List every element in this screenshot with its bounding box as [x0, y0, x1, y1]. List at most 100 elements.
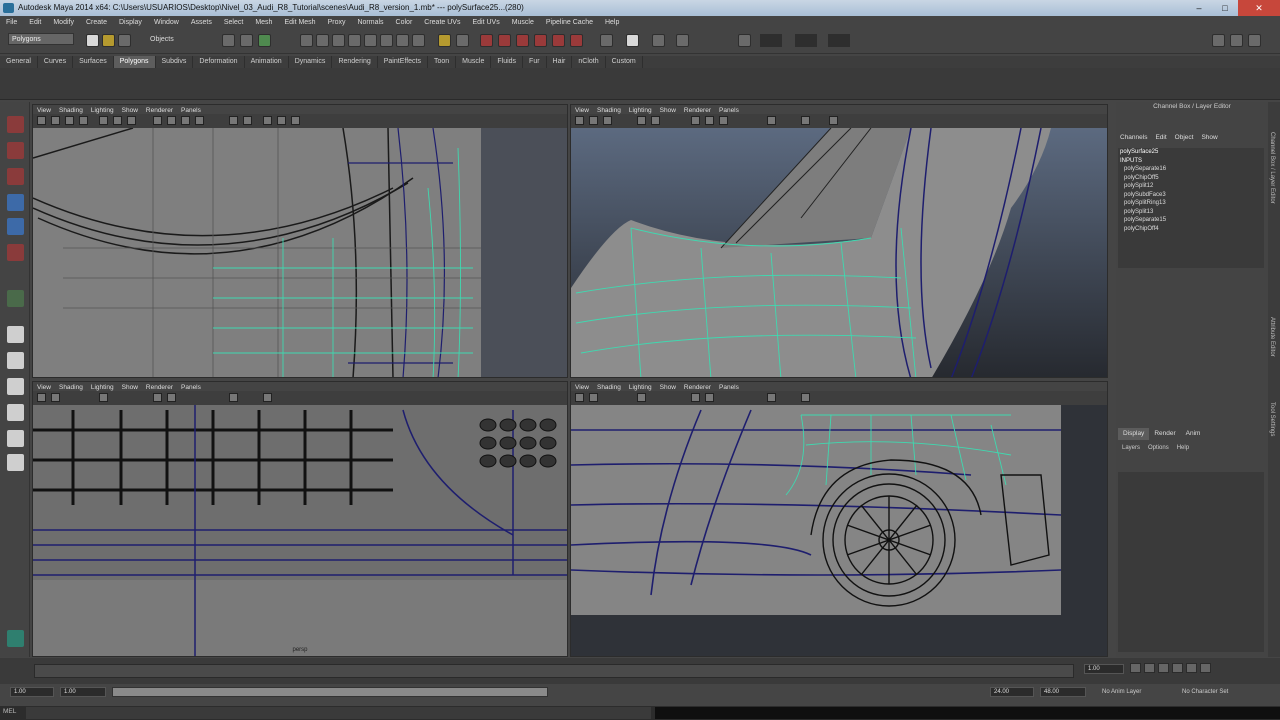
mask-vertices-icon[interactable] — [300, 34, 313, 47]
menu-select[interactable]: Select — [218, 16, 249, 29]
wireframe-on-shaded-icon[interactable] — [719, 116, 728, 125]
viewport-bottom-left[interactable]: View Shading Lighting Show Renderer Panels pe… — [32, 381, 568, 657]
use-all-lights-icon[interactable] — [229, 393, 238, 402]
wireframe-icon[interactable] — [153, 393, 162, 402]
history-node[interactable]: polySplitRing13 — [1118, 199, 1264, 208]
history-node[interactable]: polyChipOff5 — [1118, 174, 1264, 183]
current-time-field[interactable]: 1.00 — [1084, 664, 1124, 674]
bookmark-icon[interactable] — [603, 116, 612, 125]
layer-list[interactable] — [1118, 472, 1264, 652]
shelf-tab-curves[interactable]: Curves — [38, 56, 74, 68]
single-perspective-layout-icon[interactable] — [7, 326, 24, 343]
use-all-lights-icon[interactable] — [229, 116, 238, 125]
outliner-shortcut-icon[interactable] — [7, 630, 24, 647]
shelf-tab-custom[interactable]: Custom — [606, 56, 643, 68]
open-scene-icon[interactable] — [102, 34, 115, 47]
step-forward-icon[interactable] — [1186, 663, 1197, 673]
shelf-tab-deformation[interactable]: Deformation — [193, 56, 245, 68]
mask-deformers-icon[interactable] — [396, 34, 409, 47]
save-scene-icon[interactable] — [118, 34, 131, 47]
camera-attributes-icon[interactable] — [589, 116, 598, 125]
side-tab-attribute-editor[interactable]: Attribute Editor — [1269, 317, 1275, 357]
shelf-tab-fur[interactable]: Fur — [523, 56, 547, 68]
camera-select-icon[interactable] — [37, 116, 46, 125]
select-by-hierarchy-icon[interactable] — [222, 34, 235, 47]
new-scene-icon[interactable] — [86, 34, 99, 47]
playback-start-field[interactable]: 1.00 — [60, 687, 106, 697]
hypershade-layout-icon[interactable] — [7, 430, 24, 447]
menu-color[interactable]: Color — [390, 16, 419, 29]
xray-icon[interactable] — [263, 393, 272, 402]
step-back-icon[interactable] — [1144, 663, 1155, 673]
viewport-canvas-bottom-left[interactable] — [33, 405, 568, 657]
object-name[interactable]: polySurface25 — [1118, 148, 1264, 157]
smooth-shade-icon[interactable] — [705, 116, 714, 125]
history-node[interactable]: polySeparate16 — [1118, 165, 1264, 174]
xray-icon[interactable] — [801, 116, 810, 125]
input-field-2[interactable] — [795, 34, 817, 47]
shelf-tab-ncloth[interactable]: nCloth — [572, 56, 606, 68]
use-all-lights-icon[interactable] — [767, 393, 776, 402]
lasso-tool-icon[interactable] — [7, 142, 24, 159]
smooth-shade-icon[interactable] — [167, 116, 176, 125]
camera-attributes-icon[interactable] — [51, 116, 60, 125]
viewport-top-left[interactable]: View Shading Lighting Show Renderer Panels — [32, 104, 568, 378]
move-tool-icon[interactable] — [7, 194, 24, 211]
layer-menu-options[interactable]: Options — [1144, 445, 1173, 451]
history-node[interactable]: polySplit13 — [1118, 208, 1264, 217]
xray-joints-icon[interactable] — [277, 116, 286, 125]
wireframe-icon[interactable] — [691, 393, 700, 402]
shelf-tab-fluids[interactable]: Fluids — [491, 56, 524, 68]
smooth-shade-icon[interactable] — [705, 393, 714, 402]
highlight-selection-icon[interactable] — [456, 34, 469, 47]
range-slider[interactable] — [112, 687, 548, 697]
show-hide-attribute-editor-icon[interactable] — [1212, 34, 1225, 47]
make-live-icon[interactable] — [552, 34, 565, 47]
menu-assets[interactable]: Assets — [185, 16, 218, 29]
time-slider[interactable] — [34, 664, 1074, 678]
channel-menu-show[interactable]: Show — [1197, 132, 1221, 144]
menu-create[interactable]: Create — [80, 16, 113, 29]
go-to-start-icon[interactable] — [1130, 663, 1141, 673]
shelf-tab-surfaces[interactable]: Surfaces — [73, 56, 114, 68]
shelf-tab-animation[interactable]: Animation — [245, 56, 289, 68]
shelf-tab-hair[interactable]: Hair — [547, 56, 573, 68]
command-input[interactable] — [26, 707, 651, 719]
snap-to-point-icon[interactable] — [516, 34, 529, 47]
shadows-icon[interactable] — [243, 116, 252, 125]
menu-display[interactable]: Display — [113, 16, 148, 29]
mask-faces-icon[interactable] — [332, 34, 345, 47]
history-node[interactable]: polySeparate15 — [1118, 216, 1264, 225]
shelf-tab-painteffects[interactable]: PaintEffects — [378, 56, 428, 68]
xray-icon[interactable] — [801, 393, 810, 402]
input-line-mode-icon[interactable] — [738, 34, 751, 47]
render-settings-icon[interactable] — [676, 34, 689, 47]
resolution-gate-icon[interactable] — [127, 116, 136, 125]
channel-menu-channels[interactable]: Channels — [1116, 132, 1151, 144]
viewport-canvas-top-right[interactable] — [571, 128, 1108, 378]
input-field-1[interactable] — [760, 34, 782, 47]
render-current-frame-icon[interactable] — [626, 34, 639, 47]
ipr-render-icon[interactable] — [652, 34, 665, 47]
history-icon[interactable] — [570, 34, 583, 47]
command-language-label[interactable]: MEL — [3, 708, 16, 715]
menu-muscle[interactable]: Muscle — [506, 16, 540, 29]
snap-to-curve-icon[interactable] — [498, 34, 511, 47]
minimize-button[interactable]: – — [1186, 0, 1212, 16]
wireframe-on-shaded-icon[interactable] — [181, 116, 190, 125]
character-set-dropdown[interactable]: No Character Set — [1182, 689, 1228, 695]
isolate-select-icon[interactable] — [291, 116, 300, 125]
animation-end-field[interactable]: 48.00 — [1040, 687, 1086, 697]
maximize-button[interactable]: □ — [1212, 0, 1238, 16]
film-gate-icon[interactable] — [651, 116, 660, 125]
shelf-tab-polygons[interactable]: Polygons — [113, 56, 156, 68]
layer-tab-render[interactable]: Render — [1149, 428, 1180, 440]
selection-mode-label[interactable]: Objects — [150, 36, 174, 43]
side-tab-channel-box[interactable]: Channel Box / Layer Editor — [1269, 132, 1275, 204]
menu-window[interactable]: Window — [148, 16, 185, 29]
history-node[interactable]: polySubdFace3 — [1118, 191, 1264, 200]
lock-selection-icon[interactable] — [438, 34, 451, 47]
anim-layer-dropdown[interactable]: No Anim Layer — [1102, 689, 1141, 695]
textured-icon[interactable] — [195, 116, 204, 125]
layer-menu-layers[interactable]: Layers — [1118, 445, 1144, 451]
